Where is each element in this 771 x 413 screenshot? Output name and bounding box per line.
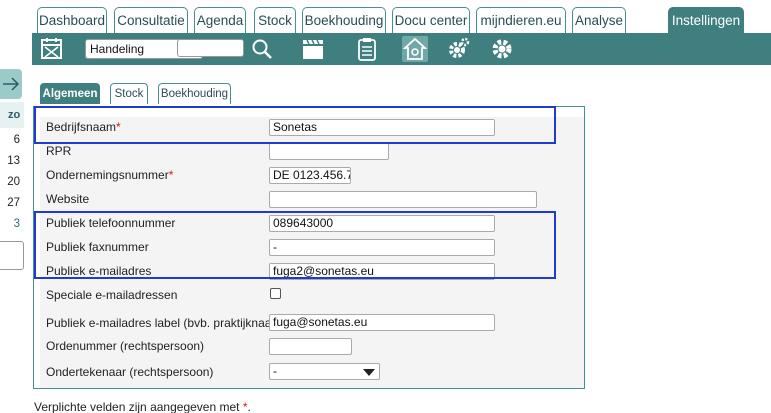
rpr-field[interactable] [269, 143, 389, 160]
speciale-email-checkbox[interactable] [270, 288, 281, 299]
expand-arrow-button[interactable] [0, 69, 22, 99]
field-label-ordenummer: Ordenummer (rechtspersoon) [46, 339, 205, 353]
calendar-day[interactable]: 13 [0, 155, 20, 167]
clipboard-icon[interactable] [354, 36, 380, 62]
tab-instellingen[interactable]: Instellingen [668, 7, 744, 34]
field-label-text: Ondernemingsnummer [46, 168, 169, 182]
tab-agenda[interactable]: Agenda [194, 7, 246, 34]
home-gear-icon[interactable] [402, 36, 428, 62]
tab-mijndieren[interactable]: mijndieren.eu [476, 7, 566, 34]
required-note-text: Verplichte velden zijn aangegeven met [34, 400, 240, 413]
gear-icon[interactable] [489, 36, 515, 62]
field-label-speciale-email: Speciale e-mailadressen [46, 288, 178, 302]
tab-docu-center[interactable]: Docu center [392, 7, 470, 34]
ondertekenaar-select-value: - [273, 364, 277, 378]
main-navigation: Dashboard Consultatie Agenda Stock Boekh… [0, 0, 771, 34]
tab-analyse[interactable]: Analyse [572, 7, 626, 34]
ondertekenaar-select[interactable]: - [269, 363, 380, 380]
required-fields-note: Verplichte velden zijn aangegeven met *. [34, 400, 251, 413]
toolbar-search-input[interactable] [177, 39, 244, 57]
required-marker: * [168, 168, 174, 182]
field-label-website: Website [46, 192, 90, 206]
clapperboard-icon[interactable] [300, 36, 326, 62]
tab-consultatie[interactable]: Consultatie [114, 7, 188, 34]
subtab-stock[interactable]: Stock [110, 83, 148, 104]
calendar-strip-box [0, 241, 24, 270]
website-field[interactable] [269, 191, 537, 208]
action-select-value: Handeling [90, 42, 145, 56]
search-icon[interactable] [249, 36, 275, 62]
subtab-algemeen[interactable]: Algemeen [40, 83, 100, 104]
day-header: zo [8, 109, 21, 121]
gears-icon[interactable] [445, 36, 471, 62]
chevron-down-icon [363, 369, 375, 376]
settings-page: Dashboard Consultatie Agenda Stock Boekh… [0, 0, 771, 413]
calendar-x-icon[interactable] [39, 36, 65, 62]
required-note-suffix: . [247, 400, 251, 413]
ordenummer-field[interactable] [269, 338, 352, 355]
field-label-email-label: Publiek e-mailadres label (bvb. praktijk… [46, 316, 286, 330]
field-label-ondernemingsnummer: Ondernemingsnummer* [46, 168, 173, 182]
calendar-day[interactable]: 6 [0, 134, 20, 146]
email-label-field[interactable]: fuga@sonetas.eu [269, 314, 495, 331]
highlight-box-company [34, 106, 556, 144]
calendar-strip: zo 6 13 20 27 3 [0, 65, 24, 413]
subtab-boekhouding[interactable]: Boekhouding [158, 83, 231, 104]
calendar-day[interactable]: 27 [0, 197, 20, 209]
calendar-day[interactable]: 20 [0, 176, 20, 188]
field-label-rpr: RPR [46, 144, 72, 158]
tab-boekhouding[interactable]: Boekhouding [302, 7, 386, 34]
field-label-ondertekenaar: Ondertekenaar (rechtspersoon) [46, 365, 214, 379]
tab-stock[interactable]: Stock [254, 7, 296, 34]
toolbar: Handeling [32, 33, 771, 65]
highlight-box-contact [34, 211, 556, 279]
calendar-day[interactable]: 3 [0, 218, 20, 230]
ondernemingsnummer-field[interactable]: DE 0123.456.78 [269, 167, 351, 184]
tab-dashboard[interactable]: Dashboard [37, 7, 107, 34]
